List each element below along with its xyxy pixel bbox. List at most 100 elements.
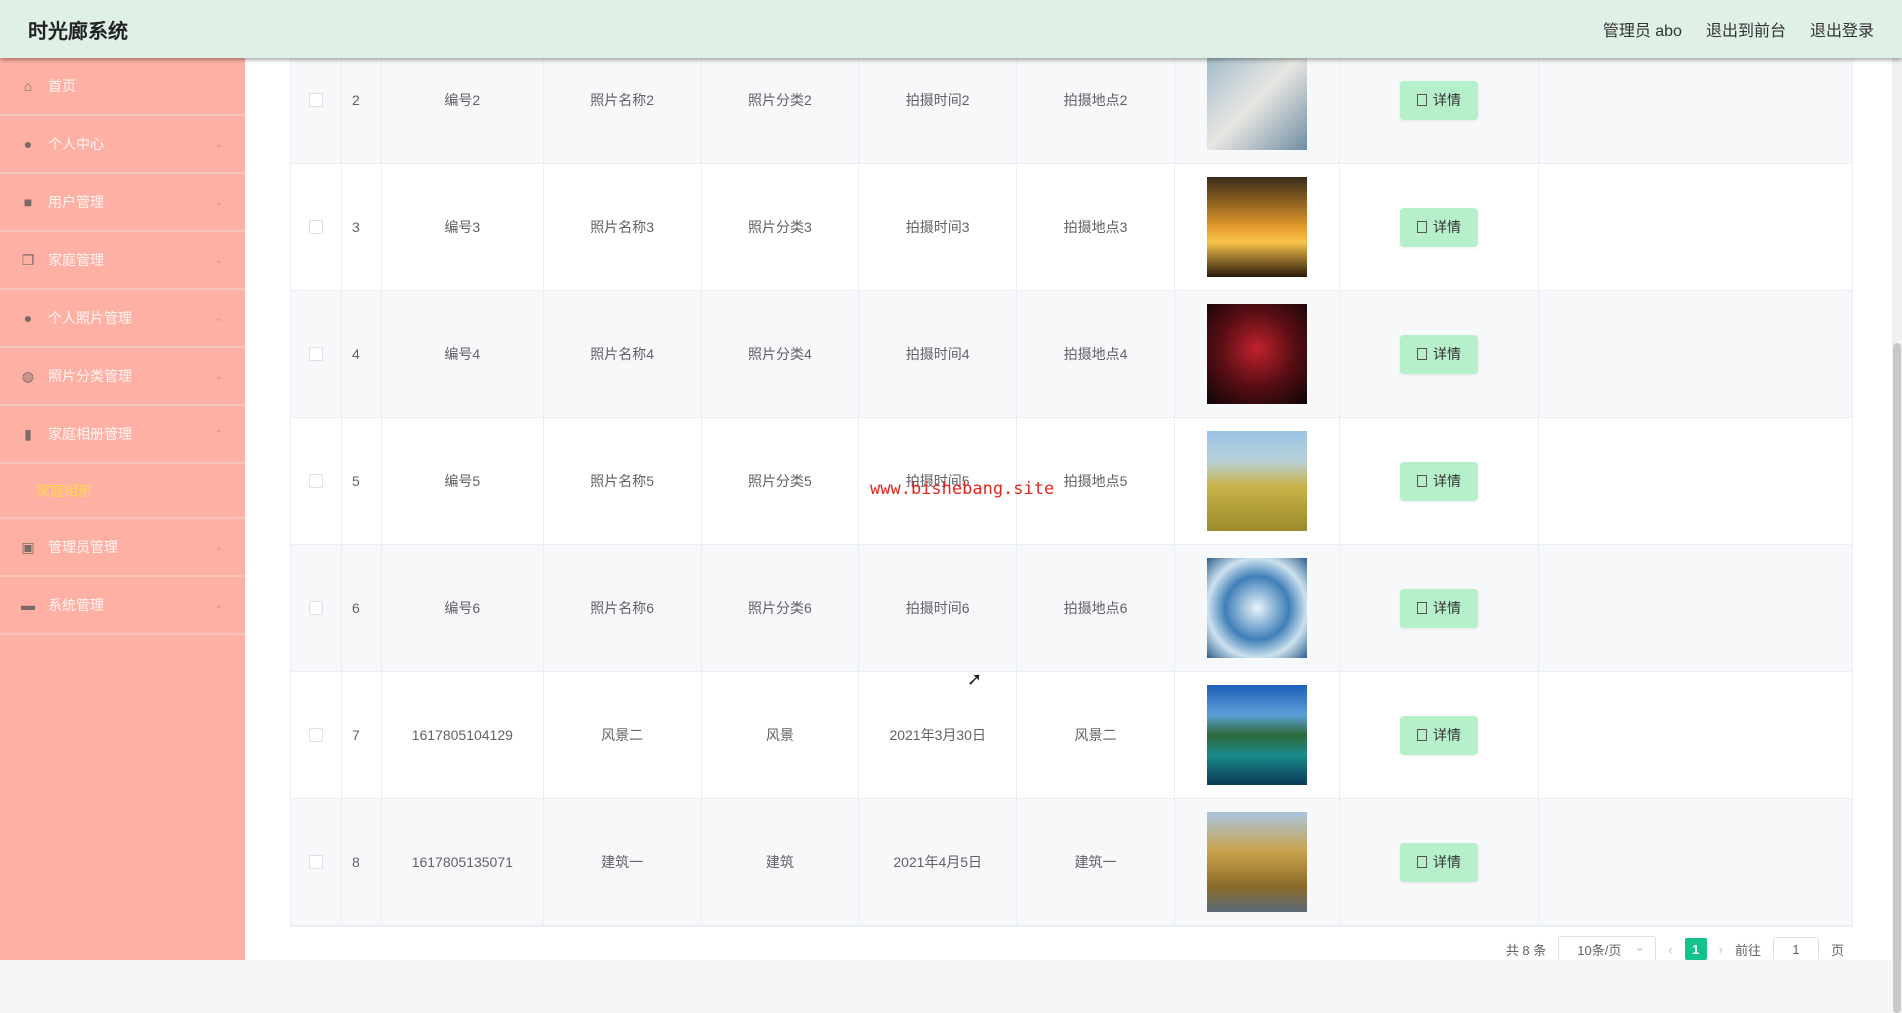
sidebar-item[interactable]: ▬ 系统管理 ⌄ <box>0 577 245 635</box>
cell-time: 拍摄时间3 <box>905 219 970 235</box>
page-size-select[interactable]: 10条/页 <box>1558 936 1657 960</box>
sidebar-item[interactable]: ■ 用户管理 ⌄ <box>0 174 245 232</box>
globe-icon: ◍ <box>21 368 35 384</box>
logout-link[interactable]: 退出登录 <box>1810 17 1874 41</box>
sidebar-item-label: 管理员管理 <box>48 539 118 555</box>
album-icon: ▮ <box>24 426 32 442</box>
sidebar-item-label: 系统管理 <box>48 597 104 613</box>
exit-to-front-link[interactable]: 退出到前台 <box>1706 17 1786 41</box>
sidebar-subitem-family-album[interactable]: 家庭相册 <box>0 464 245 519</box>
photo-thumbnail[interactable] <box>1206 304 1307 404</box>
table-row: 6 编号6 照片名称6 照片分类6 拍摄时间6 拍摄地点6 详情 <box>291 545 1852 672</box>
cell-no: 1617805135071 <box>411 854 513 870</box>
photo-thumbnail[interactable] <box>1206 431 1307 531</box>
table-cell <box>1175 672 1340 798</box>
detail-button[interactable]: 详情 <box>1400 842 1479 882</box>
detail-label: 详情 <box>1433 92 1462 108</box>
document-icon <box>1417 729 1428 741</box>
scrollbar[interactable] <box>1892 58 1902 1013</box>
table-cell <box>1175 418 1340 544</box>
sidebar-item-label: 照片分类管理 <box>48 368 132 384</box>
user-icon: ● <box>23 136 33 152</box>
document-icon <box>1417 856 1428 868</box>
detail-button[interactable]: 详情 <box>1400 715 1479 755</box>
cell-time: 拍摄时间4 <box>905 346 970 362</box>
row-checkbox[interactable] <box>308 474 323 488</box>
photo-thumbnail[interactable] <box>1206 558 1307 658</box>
cell-no: 编号2 <box>444 92 481 108</box>
table-row: 7 1617805104129 风景二 风景 2021年3月30日 风景二 详情 <box>291 672 1852 799</box>
detail-button[interactable]: 详情 <box>1400 80 1479 120</box>
cell-place: 风景二 <box>1074 727 1117 743</box>
detail-label: 详情 <box>1433 727 1462 743</box>
cell-idx: 6 <box>351 600 360 616</box>
table-cell: 2021年3月30日 <box>859 672 1018 798</box>
table-cell <box>1175 164 1340 290</box>
cell-name: 照片名称6 <box>590 600 654 616</box>
sidebar-item[interactable]: ◍ 照片分类管理 ⌄ <box>0 348 245 406</box>
cell-time: 2021年4月5日 <box>893 854 983 870</box>
row-checkbox[interactable] <box>308 93 323 107</box>
row-checkbox[interactable] <box>308 728 323 742</box>
cell-idx: 5 <box>351 473 360 489</box>
cell-no: 编号5 <box>444 473 481 489</box>
prev-page-icon[interactable]: ‹ <box>1668 942 1672 957</box>
detail-button[interactable]: 详情 <box>1400 588 1479 628</box>
cell-place: 拍摄地点4 <box>1063 346 1128 362</box>
cell-time: 拍摄时间6 <box>905 600 970 616</box>
cell-cat: 照片分类5 <box>748 473 812 489</box>
current-user: 管理员 abo <box>1602 23 1682 40</box>
photo-thumbnail[interactable] <box>1206 685 1307 785</box>
cell-idx: 7 <box>351 727 360 743</box>
scrollbar-thumb[interactable] <box>1893 343 1901 1013</box>
sidebar-item[interactable]: ❐ 家庭管理 ⌄ <box>0 232 245 290</box>
cell-idx: 3 <box>351 219 360 235</box>
cell-name: 照片名称3 <box>590 219 654 235</box>
row-checkbox[interactable] <box>308 347 323 361</box>
table-cell: 风景二 <box>544 672 702 798</box>
sidebar-item[interactable]: ⌂ 首页 <box>0 58 245 116</box>
cell-place: 建筑一 <box>1074 854 1117 870</box>
table-cell: 8 <box>342 799 382 925</box>
cell-time: 拍摄时间2 <box>905 92 970 108</box>
detail-label: 详情 <box>1433 346 1462 362</box>
sidebar-item-label: 用户管理 <box>48 194 104 210</box>
row-checkbox[interactable] <box>308 855 323 869</box>
table-cell: 详情 <box>1340 418 1540 544</box>
table-cell <box>1175 799 1340 925</box>
goto-page-input[interactable]: 1 <box>1772 937 1819 960</box>
table-cell: 照片分类3 <box>702 164 860 290</box>
table-cell: 拍摄时间3 <box>859 164 1018 290</box>
pagination: 共 8 条 10条/页 ‹ 1 › 前往 1 页 <box>1505 936 1844 960</box>
detail-button[interactable]: 详情 <box>1400 461 1479 501</box>
table-cell: 2021年4月5日 <box>859 799 1018 925</box>
photo-thumbnail[interactable] <box>1206 812 1307 912</box>
sidebar: ⌂ 首页 ● 个人中心 ⌄ ■ 用户管理 ⌄ ❐ 家庭管理 ⌄ ● 个人照片管理 ⌄ ◍ 照片分类管理 ⌄ ▮ 家庭… <box>0 58 245 960</box>
sidebar-item[interactable]: ▣ 管理员管理 ⌄ <box>0 519 245 577</box>
table-cell <box>291 164 342 290</box>
table-cell <box>291 418 342 544</box>
table-cell <box>291 672 342 798</box>
table-cell: 编号3 <box>382 164 544 290</box>
row-checkbox[interactable] <box>308 601 323 615</box>
sidebar-item-label: 首页 <box>48 78 76 94</box>
cell-cat: 建筑 <box>765 854 794 870</box>
detail-button[interactable]: 详情 <box>1400 334 1479 374</box>
sidebar-item[interactable]: ● 个人照片管理 ⌄ <box>0 290 245 348</box>
table-cell: 照片名称4 <box>544 291 702 417</box>
page-unit-label: 页 <box>1830 942 1844 958</box>
next-page-icon[interactable]: › <box>1719 942 1723 957</box>
sidebar-item[interactable]: ▮ 家庭相册管理 ⌃ <box>0 406 245 464</box>
photo-thumbnail[interactable] <box>1206 50 1307 150</box>
detail-label: 详情 <box>1433 219 1462 235</box>
cell-place: 拍摄地点3 <box>1063 219 1128 235</box>
photo-thumbnail[interactable] <box>1206 177 1307 277</box>
row-checkbox[interactable] <box>308 220 323 234</box>
chart-icon: ▣ <box>21 539 35 555</box>
detail-button[interactable]: 详情 <box>1400 207 1479 247</box>
sidebar-item[interactable]: ● 个人中心 ⌄ <box>0 116 245 174</box>
cell-name: 风景二 <box>601 727 644 743</box>
page-1-button[interactable]: 1 <box>1684 938 1707 960</box>
table-cell: 详情 <box>1340 545 1540 671</box>
cell-cat: 照片分类3 <box>748 219 812 235</box>
